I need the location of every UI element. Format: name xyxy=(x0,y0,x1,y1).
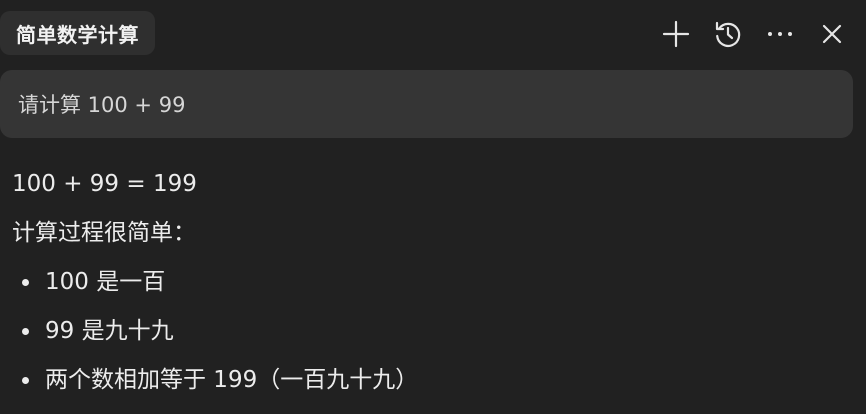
assistant-message: 100 + 99 = 199 计算过程很简单： 100 是一百 99 是九十九 … xyxy=(12,166,852,411)
user-message-bubble: 请计算 100 + 99 xyxy=(0,70,853,138)
list-item-text: 100 是一百 xyxy=(45,269,166,295)
list-item: 99 是九十九 xyxy=(12,313,852,349)
list-item: 两个数相加等于 199（一百九十九） xyxy=(12,362,852,398)
more-horizontal-icon xyxy=(768,32,792,36)
intro-line: 计算过程很简单： xyxy=(12,220,196,246)
conversation-title[interactable]: 简单数学计算 xyxy=(0,11,155,55)
new-chat-button[interactable] xyxy=(658,16,694,52)
list-item-text: 两个数相加等于 199（一百九十九） xyxy=(45,367,419,393)
close-icon xyxy=(822,24,842,44)
history-button[interactable] xyxy=(710,16,746,52)
history-icon xyxy=(715,21,741,47)
bullet-icon xyxy=(22,376,29,384)
bullet-icon xyxy=(22,278,29,286)
result-line: 100 + 99 = 199 xyxy=(12,171,197,197)
panel-header: 简单数学计算 xyxy=(0,0,866,66)
more-button[interactable] xyxy=(762,16,798,52)
list-item-text: 99 是九十九 xyxy=(45,318,174,344)
plus-icon xyxy=(662,20,690,48)
close-button[interactable] xyxy=(814,16,850,52)
header-actions xyxy=(658,14,850,54)
bullet-icon xyxy=(22,327,29,335)
explanation-list: 100 是一百 99 是九十九 两个数相加等于 199（一百九十九） xyxy=(12,264,852,398)
user-message-text: 请计算 100 + 99 xyxy=(18,93,186,117)
list-item: 100 是一百 xyxy=(12,264,852,300)
